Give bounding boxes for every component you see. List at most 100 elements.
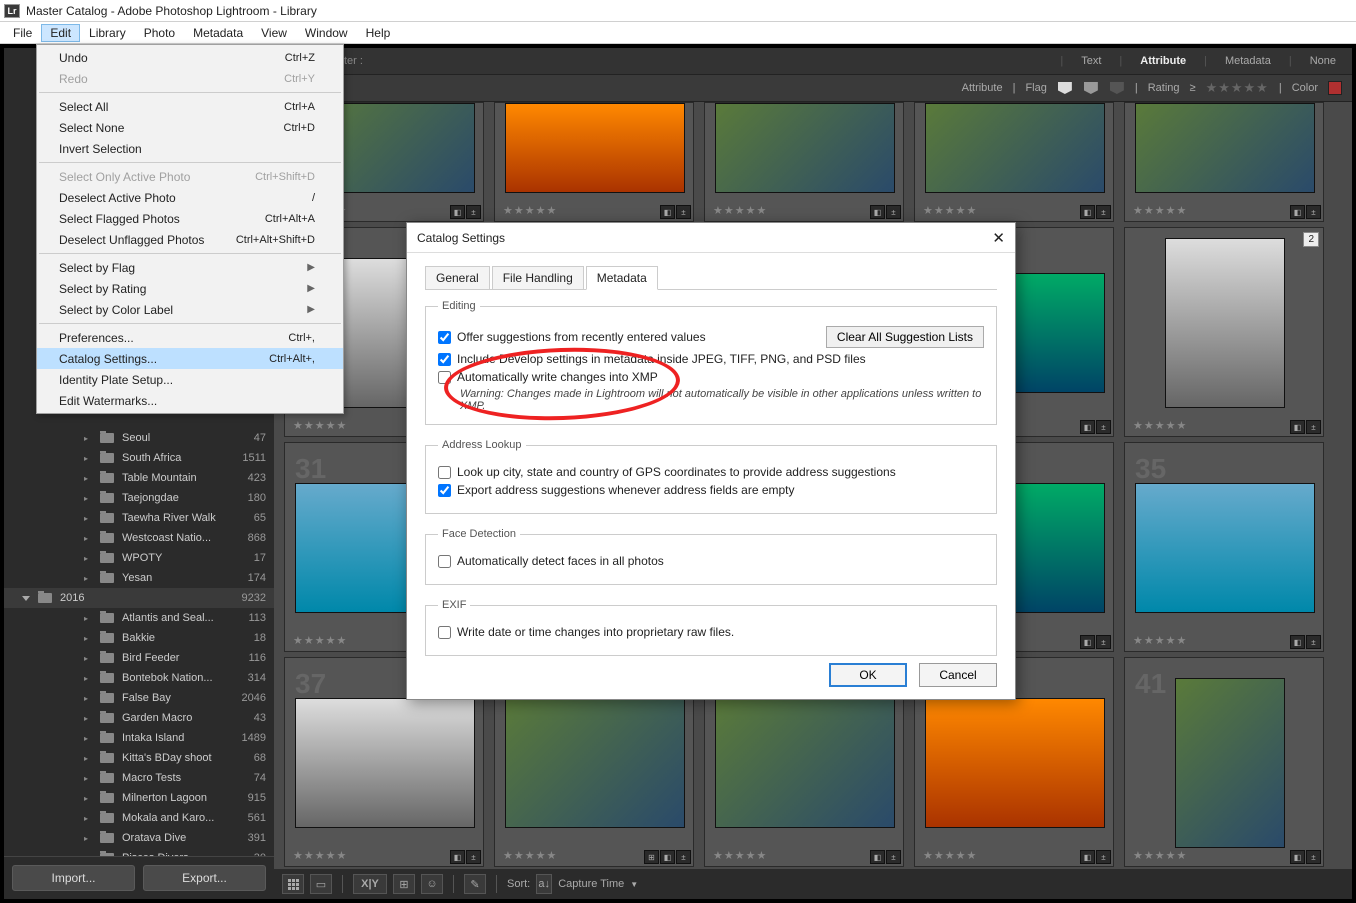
badge-icon[interactable]: ◧ xyxy=(1080,420,1095,434)
tab-file-handling[interactable]: File Handling xyxy=(492,266,584,290)
clear-suggestion-button[interactable]: Clear All Suggestion Lists xyxy=(826,326,984,348)
folder-row[interactable]: ▸Oratava Dive391 xyxy=(4,828,274,848)
folder-row[interactable]: ▸Atlantis and Seal...113 xyxy=(4,608,274,628)
stack-count[interactable]: 2 xyxy=(1303,232,1319,247)
badge-icon[interactable]: ± xyxy=(676,205,691,219)
thumb-stars[interactable]: ★★★★★ xyxy=(503,849,557,862)
folder-row[interactable]: ▸Yesan174 xyxy=(4,568,274,588)
folder-row[interactable]: ▸Mokala and Karo...561 xyxy=(4,808,274,828)
menu-catalog-settings[interactable]: Catalog Settings...Ctrl+Alt+, xyxy=(37,348,343,369)
menu-identity-plate[interactable]: Identity Plate Setup... xyxy=(37,369,343,390)
folder-row[interactable]: ▸Pisces Divers30 xyxy=(4,848,274,856)
cancel-button[interactable]: Cancel xyxy=(919,663,997,687)
thumb-stars[interactable]: ★★★★★ xyxy=(293,849,347,862)
grid-view-icon[interactable] xyxy=(282,874,304,894)
badge-icon[interactable]: ± xyxy=(1096,420,1111,434)
thumb-stars[interactable]: ★★★★★ xyxy=(293,634,347,647)
menu-select-none[interactable]: Select NoneCtrl+D xyxy=(37,117,343,138)
thumb-stars[interactable]: ★★★★★ xyxy=(713,204,767,217)
color-swatch-red[interactable] xyxy=(1328,81,1342,95)
loupe-view-icon[interactable]: ▭ xyxy=(310,874,332,894)
thumb-stars[interactable]: ★★★★★ xyxy=(1133,419,1187,432)
badge-icon[interactable]: ◧ xyxy=(1290,420,1305,434)
menu-edit-watermarks[interactable]: Edit Watermarks... xyxy=(37,390,343,411)
filter-text[interactable]: Text xyxy=(1075,55,1107,67)
menu-select-all[interactable]: Select AllCtrl+A xyxy=(37,96,343,117)
dialog-titlebar[interactable]: Catalog Settings ✕ xyxy=(407,223,1015,253)
folder-row[interactable]: ▸False Bay2046 xyxy=(4,688,274,708)
badge-icon[interactable]: ◧ xyxy=(1290,635,1305,649)
folder-row[interactable]: ▸Garden Macro43 xyxy=(4,708,274,728)
badge-icon[interactable]: ◧ xyxy=(870,205,885,219)
menu-deselect-active[interactable]: Deselect Active Photo/ xyxy=(37,187,343,208)
folder-row[interactable]: ▸Bird Feeder116 xyxy=(4,648,274,668)
folder-row[interactable]: ▸Kitta's BDay shoot68 xyxy=(4,748,274,768)
menu-undo[interactable]: UndoCtrl+Z xyxy=(37,47,343,68)
badge-icon[interactable]: ◧ xyxy=(660,205,675,219)
folder-row[interactable]: ▸Milnerton Lagoon915 xyxy=(4,788,274,808)
export-address-checkbox[interactable] xyxy=(438,484,451,497)
thumb-stars[interactable]: ★★★★★ xyxy=(1133,204,1187,217)
close-icon[interactable]: ✕ xyxy=(992,229,1005,247)
thumb-stars[interactable]: ★★★★★ xyxy=(1133,849,1187,862)
badge-icon[interactable]: ± xyxy=(466,205,481,219)
sort-direction-icon[interactable]: a↓ xyxy=(536,874,552,894)
badge-icon[interactable]: ± xyxy=(1096,850,1111,864)
include-develop-checkbox[interactable] xyxy=(438,353,451,366)
badge-icon[interactable]: ◧ xyxy=(1080,635,1095,649)
menu-window[interactable]: Window xyxy=(296,24,357,42)
sort-dropdown-icon[interactable]: ▼ xyxy=(630,880,638,889)
folder-row[interactable]: ▸Westcoast Natio...868 xyxy=(4,528,274,548)
thumb-stars[interactable]: ★★★★★ xyxy=(503,204,557,217)
flag-rejected-icon[interactable] xyxy=(1110,82,1124,94)
offer-suggestions-checkbox[interactable] xyxy=(438,331,451,344)
people-view-icon[interactable]: ☺ xyxy=(421,874,443,894)
thumb-stars[interactable]: ★★★★★ xyxy=(923,204,977,217)
painter-icon[interactable]: ✎ xyxy=(464,874,486,894)
filter-none[interactable]: None xyxy=(1304,55,1342,67)
badge-icon[interactable]: ± xyxy=(1096,635,1111,649)
menu-help[interactable]: Help xyxy=(357,24,400,42)
folder-row[interactable]: ▸WPOTY17 xyxy=(4,548,274,568)
flag-unflagged-icon[interactable] xyxy=(1084,82,1098,94)
folder-row[interactable]: ▸Bakkie18 xyxy=(4,628,274,648)
auto-write-xmp-checkbox[interactable] xyxy=(438,371,451,384)
menu-library[interactable]: Library xyxy=(80,24,135,42)
badge-icon[interactable]: ± xyxy=(1306,420,1321,434)
lookup-gps-checkbox[interactable] xyxy=(438,466,451,479)
ok-button[interactable]: OK xyxy=(829,663,907,687)
badge-icon[interactable]: ◧ xyxy=(450,850,465,864)
rating-stars[interactable]: ★★★★★ xyxy=(1206,80,1269,96)
filter-metadata[interactable]: Metadata xyxy=(1219,55,1277,67)
thumb-stars[interactable]: ★★★★★ xyxy=(713,849,767,862)
badge-icon[interactable]: ◧ xyxy=(870,850,885,864)
badge-icon[interactable]: ± xyxy=(1306,635,1321,649)
badge-icon[interactable]: ± xyxy=(1306,850,1321,864)
menu-deselect-unflagged[interactable]: Deselect Unflagged PhotosCtrl+Alt+Shift+… xyxy=(37,229,343,250)
import-button[interactable]: Import... xyxy=(12,865,135,891)
badge-icon[interactable]: ± xyxy=(676,850,691,864)
badge-icon[interactable]: ± xyxy=(1306,205,1321,219)
badge-icon[interactable]: ◧ xyxy=(1080,205,1095,219)
thumb-stars[interactable]: ★★★★★ xyxy=(923,849,977,862)
badge-icon[interactable]: ± xyxy=(886,850,901,864)
menu-invert-selection[interactable]: Invert Selection xyxy=(37,138,343,159)
menu-photo[interactable]: Photo xyxy=(135,24,184,42)
menu-select-only-active[interactable]: Select Only Active PhotoCtrl+Shift+D xyxy=(37,166,343,187)
folder-row[interactable]: ▸Seoul47 xyxy=(4,428,274,448)
folder-year[interactable]: 20169232 xyxy=(4,588,274,608)
survey-view-icon[interactable]: ⊞ xyxy=(393,874,415,894)
badge-icon[interactable]: ⊞ xyxy=(644,850,659,864)
badge-icon[interactable]: ± xyxy=(886,205,901,219)
badge-icon[interactable]: ◧ xyxy=(660,850,675,864)
detect-faces-checkbox[interactable] xyxy=(438,555,451,568)
folder-row[interactable]: ▸Bontebok Nation...314 xyxy=(4,668,274,688)
badge-icon[interactable]: ◧ xyxy=(450,205,465,219)
menu-file[interactable]: File xyxy=(4,24,41,42)
badge-icon[interactable]: ± xyxy=(466,850,481,864)
tab-metadata[interactable]: Metadata xyxy=(586,266,658,290)
compare-xy-icon[interactable]: X|Y xyxy=(353,874,387,894)
sort-value[interactable]: Capture Time xyxy=(558,878,624,890)
menu-edit[interactable]: Edit xyxy=(41,24,80,42)
menu-view[interactable]: View xyxy=(252,24,296,42)
